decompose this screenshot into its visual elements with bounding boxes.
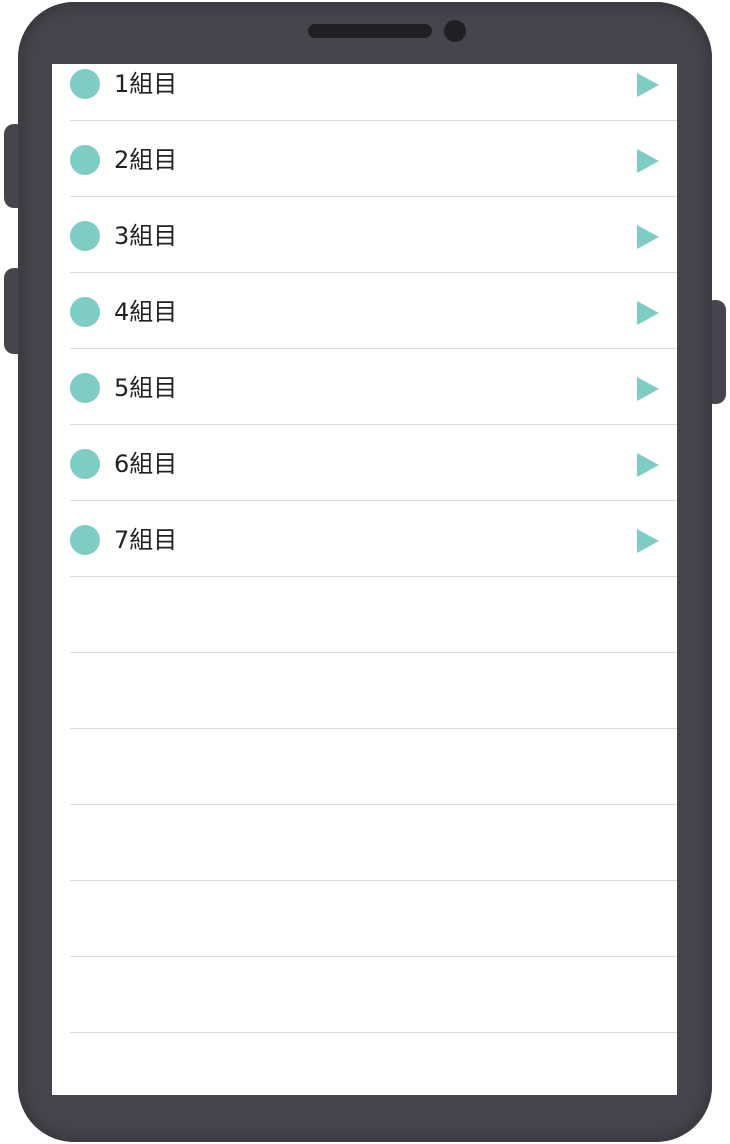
phone-screen: 1組目 2組目 3組目 4組目 5組目 6組目 7組目 — [52, 64, 677, 1095]
chevron-right-icon[interactable] — [637, 453, 659, 477]
dot-icon — [70, 373, 100, 403]
chevron-right-icon[interactable] — [637, 377, 659, 401]
empty-row — [70, 881, 677, 957]
empty-row — [70, 957, 677, 1033]
chevron-right-icon[interactable] — [637, 73, 659, 97]
chevron-right-icon[interactable] — [637, 149, 659, 173]
dot-icon — [70, 297, 100, 327]
list-item-label: 6組目 — [114, 450, 178, 478]
speaker-grille — [308, 24, 432, 38]
list-item-label: 1組目 — [114, 70, 178, 98]
list-item[interactable]: 7組目 — [70, 501, 677, 577]
list-item[interactable]: 1組目 — [70, 64, 677, 121]
list-item[interactable]: 3組目 — [70, 197, 677, 273]
empty-row — [70, 729, 677, 805]
dot-icon — [70, 449, 100, 479]
dot-icon — [70, 525, 100, 555]
list-item-label: 3組目 — [114, 222, 178, 250]
chevron-right-icon[interactable] — [637, 301, 659, 325]
list-item[interactable]: 4組目 — [70, 273, 677, 349]
list-item-label: 7組目 — [114, 526, 178, 554]
dot-icon — [70, 221, 100, 251]
list-item[interactable]: 5組目 — [70, 349, 677, 425]
empty-row — [70, 577, 677, 653]
dot-icon — [70, 145, 100, 175]
list-item[interactable]: 6組目 — [70, 425, 677, 501]
front-camera — [444, 20, 466, 42]
empty-row — [70, 805, 677, 881]
group-list: 1組目 2組目 3組目 4組目 5組目 6組目 7組目 — [70, 64, 677, 1033]
list-item-label: 4組目 — [114, 298, 178, 326]
screenshot: 1組目 2組目 3組目 4組目 5組目 6組目 7組目 — [0, 0, 730, 1144]
list-item-label: 5組目 — [114, 374, 178, 402]
chevron-right-icon[interactable] — [637, 225, 659, 249]
chevron-right-icon[interactable] — [637, 529, 659, 553]
list-item[interactable]: 2組目 — [70, 121, 677, 197]
list-item-label: 2組目 — [114, 146, 178, 174]
empty-row — [70, 653, 677, 729]
dot-icon — [70, 69, 100, 99]
